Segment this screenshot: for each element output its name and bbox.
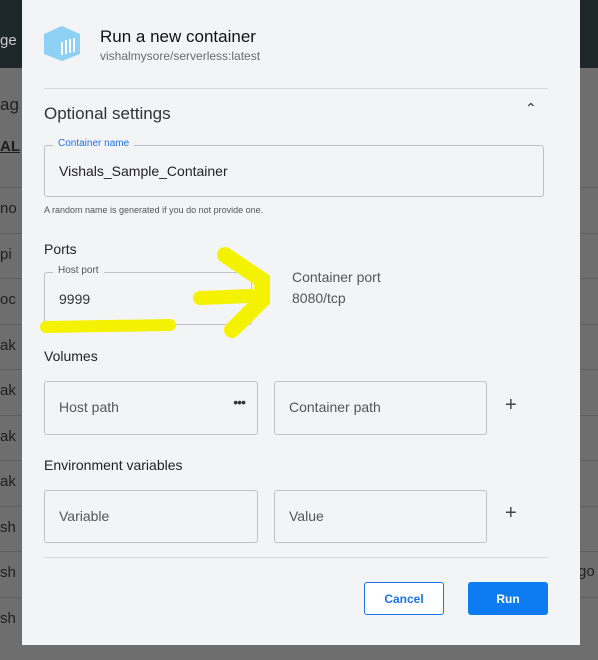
bg-list-row: ak — [0, 473, 16, 490]
image-name: vishalmysore/serverless:latest — [100, 49, 261, 63]
ports-heading: Ports — [44, 241, 77, 257]
container-port-value: 8080/tcp — [292, 290, 346, 306]
container-path-placeholder: Container path — [289, 399, 381, 415]
bg-list-row: ak — [0, 336, 16, 354]
bg-list-row: oc — [0, 291, 16, 308]
optional-settings-heading[interactable]: Optional settings — [44, 104, 171, 124]
bg-list-row: ak — [0, 427, 16, 445]
volumes-heading: Volumes — [44, 348, 98, 364]
bg-row-time: go — [578, 563, 595, 580]
add-volume-plus-icon[interactable]: + — [505, 394, 517, 417]
env-heading: Environment variables — [44, 457, 183, 473]
container-port-label: Container port — [292, 269, 381, 285]
value-placeholder: Value — [289, 508, 324, 524]
divider — [44, 557, 548, 558]
add-env-plus-icon[interactable]: + — [505, 502, 517, 525]
container-name-value: Vishals_Sample_Container — [59, 163, 228, 179]
bg-tab[interactable]: AL — [0, 138, 20, 155]
bg-header-text: ge — [0, 32, 17, 49]
run-container-dialog: Run a new container vishalmysore/serverl… — [22, 0, 580, 645]
bg-list-row: sh — [0, 518, 16, 536]
divider — [44, 88, 548, 89]
run-button[interactable]: Run — [468, 582, 548, 615]
host-path-placeholder: Host path — [59, 399, 119, 415]
value-input[interactable]: Value — [274, 490, 487, 543]
host-port-value: 9999 — [59, 291, 91, 307]
container-name-input[interactable]: Container name Vishals_Sample_Container — [44, 138, 544, 197]
container-icon — [44, 26, 80, 61]
host-port-label: Host port — [53, 265, 104, 276]
bg-list-row: sh — [0, 609, 16, 627]
dialog-title: Run a new container — [100, 27, 256, 46]
host-port-input[interactable]: Host port 9999 — [44, 265, 252, 325]
container-name-hint: A random name is generated if you do not… — [44, 205, 264, 215]
cancel-button[interactable]: Cancel — [364, 582, 444, 615]
variable-input[interactable]: Variable — [44, 490, 258, 543]
bg-list-row: pi — [0, 245, 12, 263]
bg-list-row: no — [0, 200, 17, 217]
bg-list-row: ak — [0, 382, 16, 399]
variable-placeholder: Variable — [59, 508, 110, 524]
browse-dots-icon[interactable]: ••• — [233, 394, 246, 410]
container-name-label: Container name — [53, 138, 135, 149]
host-path-input[interactable]: Host path ••• — [44, 381, 258, 435]
bg-title-text: ag — [0, 95, 19, 114]
chevron-up-icon[interactable]: ⌃ — [525, 100, 537, 117]
container-path-input[interactable]: Container path — [274, 381, 487, 435]
bg-list-row: sh — [0, 564, 16, 581]
